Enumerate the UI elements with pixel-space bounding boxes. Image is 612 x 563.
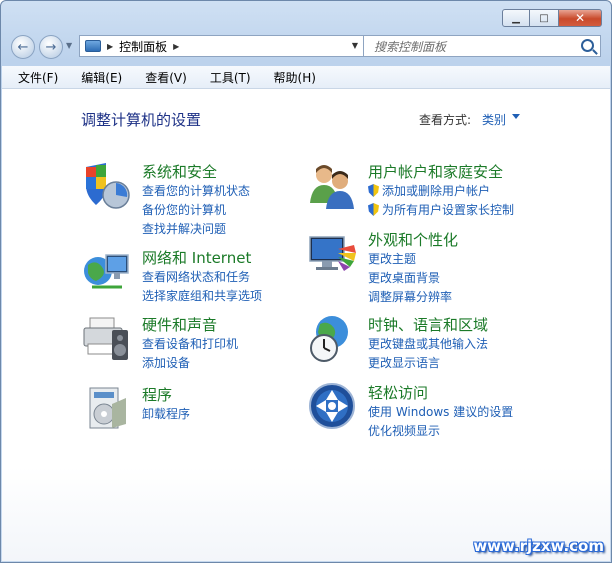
watermark: www.rjzxw.com bbox=[473, 537, 604, 555]
menu-view[interactable]: 查看(V) bbox=[130, 69, 195, 86]
link-backup-computer[interactable]: 备份您的计算机 bbox=[142, 201, 226, 218]
menu-file[interactable]: 文件(F) bbox=[2, 69, 66, 86]
recent-pages-dropdown[interactable]: ▼ bbox=[66, 41, 72, 50]
menu-tools[interactable]: 工具(T) bbox=[195, 69, 259, 86]
link-find-fix-problems[interactable]: 查找并解决问题 bbox=[142, 220, 226, 237]
link-view-network-status[interactable]: 查看网络状态和任务 bbox=[142, 268, 250, 285]
breadcrumb-chevron-icon[interactable]: ▶ bbox=[107, 42, 113, 51]
search-box[interactable] bbox=[363, 35, 601, 57]
address-bar[interactable]: ▶ 控制面板 ▶ ▼ bbox=[79, 35, 364, 57]
category-title[interactable]: 外观和个性化 bbox=[368, 229, 458, 250]
link-text: 添加或删除用户帐户 bbox=[382, 184, 491, 198]
menu-edit[interactable]: 编辑(E) bbox=[66, 69, 130, 86]
clock-region-icon bbox=[310, 316, 348, 362]
category-title[interactable]: 网络和 Internet bbox=[142, 247, 251, 268]
minimize-icon: ▁ bbox=[512, 12, 520, 24]
view-by-label: 查看方式: bbox=[419, 113, 472, 127]
view-by-dropdown[interactable]: 类别 bbox=[482, 111, 506, 128]
forward-button[interactable]: → bbox=[39, 35, 63, 59]
link-optimize-visual-display[interactable]: 优化视频显示 bbox=[368, 422, 440, 439]
link-adjust-resolution[interactable]: 调整屏幕分辨率 bbox=[368, 288, 452, 305]
navigation-bar: ← → ▼ ▶ 控制面板 ▶ ▼ ⇆ bbox=[9, 35, 603, 59]
close-icon: ✕ bbox=[574, 11, 586, 25]
uac-shield-icon bbox=[368, 184, 379, 197]
arrow-right-icon: → bbox=[45, 39, 57, 55]
caption-buttons: ▁ □ ✕ bbox=[502, 9, 602, 27]
content-area: 调整计算机的设置 查看方式: 类别 系统和安全 查看您的计算机状态 备份您的计算… bbox=[2, 89, 610, 561]
category-title[interactable]: 用户帐户和家庭安全 bbox=[368, 161, 503, 182]
link-change-keyboard[interactable]: 更改键盘或其他输入法 bbox=[368, 335, 488, 352]
link-change-display-language[interactable]: 更改显示语言 bbox=[368, 354, 440, 371]
link-change-desktop-background[interactable]: 更改桌面背景 bbox=[368, 269, 440, 286]
link-change-theme[interactable]: 更改主题 bbox=[368, 250, 416, 267]
hardware-sound-icon bbox=[83, 317, 128, 360]
uac-shield-icon bbox=[368, 203, 379, 216]
link-add-device[interactable]: 添加设备 bbox=[142, 354, 190, 371]
breadcrumb-chevron-icon[interactable]: ▶ bbox=[173, 42, 179, 51]
menu-help[interactable]: 帮助(H) bbox=[259, 69, 324, 86]
address-dropdown-icon[interactable]: ▼ bbox=[352, 41, 358, 50]
category-title[interactable]: 轻松访问 bbox=[368, 382, 428, 403]
maximize-icon: □ bbox=[539, 12, 549, 24]
link-view-computer-status[interactable]: 查看您的计算机状态 bbox=[142, 182, 250, 199]
appearance-icon bbox=[309, 236, 356, 271]
chevron-down-icon[interactable] bbox=[512, 114, 520, 119]
page-title: 调整计算机的设置 bbox=[81, 111, 202, 129]
breadcrumb-control-panel[interactable]: 控制面板 bbox=[119, 38, 167, 55]
category-title[interactable]: 硬件和声音 bbox=[142, 314, 217, 335]
arrow-left-icon: ← bbox=[17, 39, 29, 55]
search-icon[interactable] bbox=[581, 39, 594, 52]
programs-icon bbox=[89, 387, 126, 429]
link-add-remove-accounts[interactable]: 添加或删除用户帐户 bbox=[368, 182, 490, 199]
network-icon bbox=[84, 254, 129, 289]
menu-bar: 文件(F) 编辑(E) 查看(V) 工具(T) 帮助(H) bbox=[2, 66, 610, 89]
link-parental-controls[interactable]: 为所有用户设置家长控制 bbox=[368, 201, 514, 218]
control-panel-icon bbox=[85, 40, 101, 52]
ease-of-access-icon bbox=[309, 383, 355, 429]
category-title[interactable]: 程序 bbox=[142, 384, 172, 405]
link-recommended-settings[interactable]: 使用 Windows 建议的设置 bbox=[368, 403, 513, 420]
close-button[interactable]: ✕ bbox=[558, 9, 602, 27]
link-devices-printers[interactable]: 查看设备和打印机 bbox=[142, 335, 238, 352]
category-title[interactable]: 时钟、语言和区域 bbox=[368, 314, 488, 335]
system-security-icon bbox=[86, 163, 130, 209]
link-homegroup-sharing[interactable]: 选择家庭组和共享选项 bbox=[142, 287, 262, 304]
maximize-button[interactable]: □ bbox=[530, 9, 558, 27]
link-text: 为所有用户设置家长控制 bbox=[382, 203, 515, 217]
search-input[interactable] bbox=[372, 37, 576, 57]
category-title[interactable]: 系统和安全 bbox=[142, 161, 217, 182]
back-button[interactable]: ← bbox=[11, 35, 35, 59]
control-panel-window: ▁ □ ✕ ← → ▼ ▶ 控制面板 ▶ ▼ ⇆ 文件(F) 编辑(E) 查看(… bbox=[0, 0, 612, 563]
link-uninstall-program[interactable]: 卸载程序 bbox=[142, 405, 190, 422]
user-accounts-icon bbox=[310, 165, 354, 209]
minimize-button[interactable]: ▁ bbox=[502, 9, 530, 27]
